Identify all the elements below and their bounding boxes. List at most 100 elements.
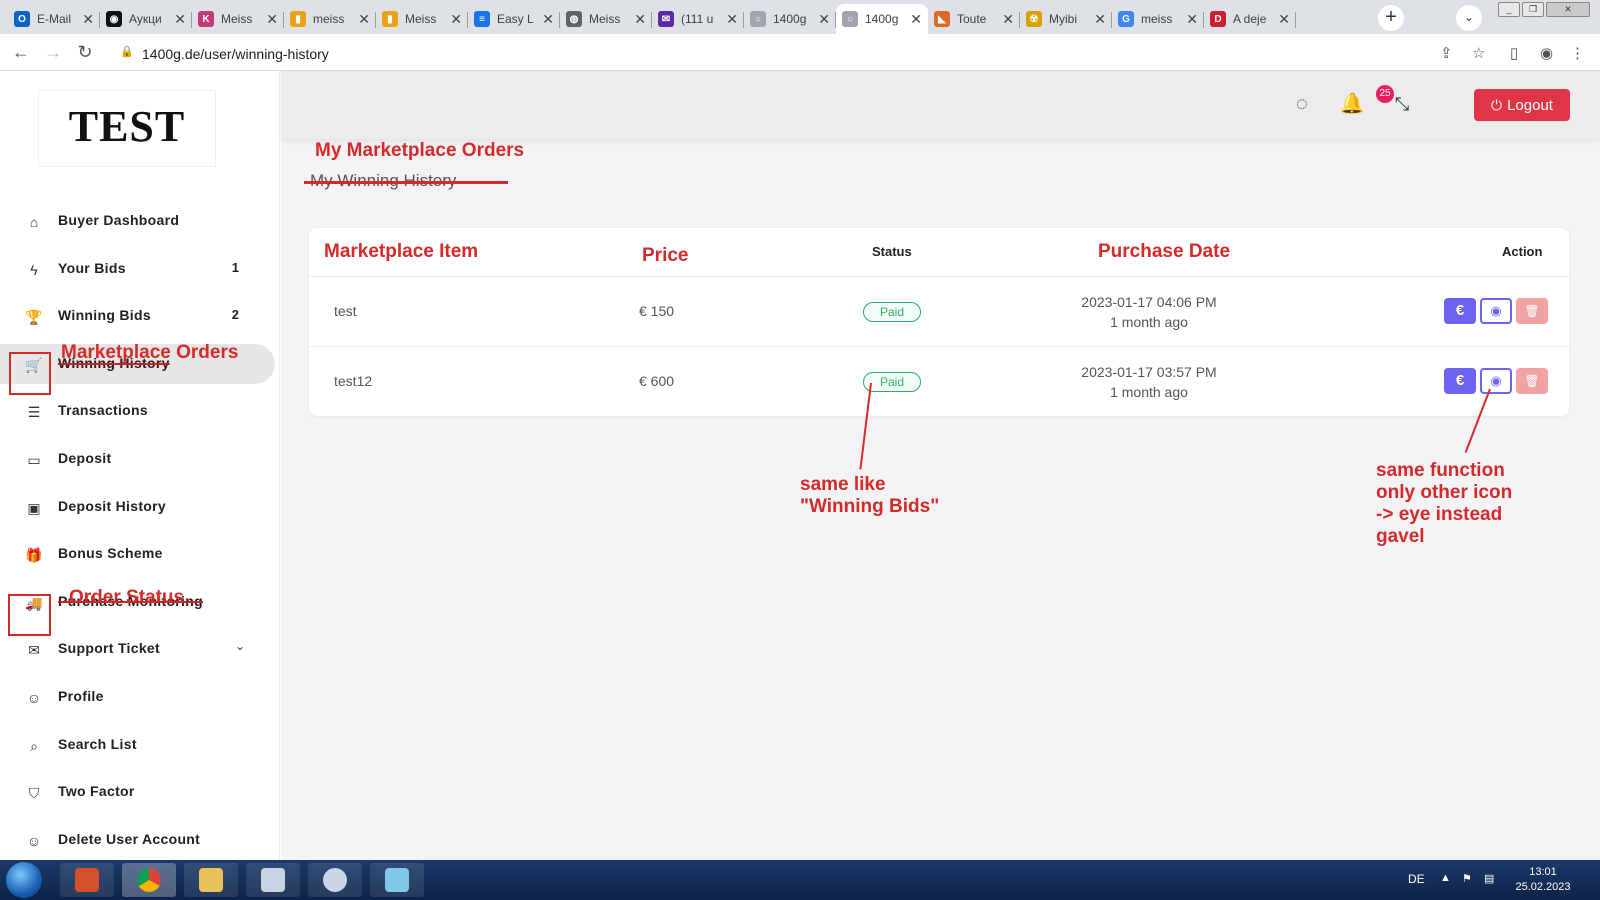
clock-time: 13:01: [1529, 866, 1557, 878]
browser-tab[interactable]: ○ 1400g ✕: [836, 4, 928, 34]
table-row: test € 150 Paid 2023-01-17 04:06 PM 1 month …: [309, 276, 1569, 346]
browser-tab[interactable]: K Meiss ✕: [192, 4, 284, 34]
network-icon[interactable]: ▤: [1484, 872, 1494, 885]
taskbar-app-chrome[interactable]: [122, 863, 176, 897]
tab-close-icon[interactable]: ✕: [1186, 11, 1198, 28]
browser-tab[interactable]: ▮ meiss ✕: [284, 4, 376, 34]
tab-close-icon[interactable]: ✕: [1278, 11, 1290, 28]
tab-close-icon[interactable]: ✕: [1094, 11, 1106, 28]
browser-tab[interactable]: O E-Mail ✕: [8, 4, 100, 34]
taskbar-app-paint[interactable]: [308, 863, 362, 897]
site-logo[interactable]: TEST: [39, 91, 215, 166]
action-center-flag-icon[interactable]: ⚑: [1462, 872, 1472, 885]
taskbar-app-calculator[interactable]: [246, 863, 300, 897]
reload-icon[interactable]: ↻: [74, 41, 96, 63]
sidebar-item-your-bids[interactable]: ϟ Your Bids 1: [0, 249, 275, 289]
sidebar-item-profile[interactable]: ☺ Profile: [0, 677, 275, 717]
collapse-fullscreen-icon[interactable]: ⤡: [1389, 91, 1415, 117]
browser-tab[interactable]: ✉ (111 u ✕: [652, 4, 744, 34]
browser-tab[interactable]: ◣ Toute ✕: [928, 4, 1020, 34]
sidebar-item-transactions[interactable]: ☰ Transactions: [0, 391, 275, 431]
lock-icon: 🔒: [120, 46, 134, 58]
tab-close-icon[interactable]: ✕: [726, 11, 738, 28]
delete-trash-button[interactable]: 🗑: [1516, 298, 1548, 324]
browser-tab[interactable]: ☢ Myibi ✕: [1020, 4, 1112, 34]
sidebar-item-delete-user-account[interactable]: ☺ Delete User Account: [0, 820, 275, 860]
view-eye-button[interactable]: ◉: [1480, 368, 1512, 394]
browser-tab[interactable]: ≡ Easy L ✕: [468, 4, 560, 34]
url-field[interactable]: 🔒 1400g.de/user/winning-history ⇪ ☆ ▯ ◉ …: [108, 39, 1596, 67]
back-icon[interactable]: ←: [10, 41, 32, 63]
delete-trash-button[interactable]: 🗑: [1516, 368, 1548, 394]
minimize-button[interactable]: _: [1498, 2, 1520, 17]
purchase-relative-time: 1 month ago: [1110, 314, 1188, 330]
sidebar-item-search-list[interactable]: ⌕ Search List: [0, 725, 275, 765]
language-indicator[interactable]: DE: [1408, 872, 1425, 886]
tab-title: Myibi: [1049, 12, 1078, 26]
col-header-status: Status: [872, 244, 912, 259]
tab-search-button[interactable]: ⌄: [1456, 5, 1482, 31]
profile-avatar-icon[interactable]: ◉: [1540, 44, 1553, 62]
annotation-status-line-1: same like: [800, 474, 886, 495]
tab-close-icon[interactable]: ✕: [358, 11, 370, 28]
taskbar-app-explorer[interactable]: [184, 863, 238, 897]
tab-close-icon[interactable]: ✕: [818, 11, 830, 28]
bell-icon[interactable]: 🔔: [1339, 91, 1365, 117]
taskbar-app-office[interactable]: [60, 863, 114, 897]
tray-clock[interactable]: 13:01 25.02.2023: [1508, 865, 1578, 895]
logout-button[interactable]: ⏻ Logout: [1474, 89, 1570, 121]
bolt-icon: ϟ: [30, 262, 38, 278]
list-icon: ☰: [27, 404, 41, 420]
browser-tab[interactable]: ◍ Meiss ✕: [560, 4, 652, 34]
sidebar-item-bonus-scheme[interactable]: 🎁 Bonus Scheme: [0, 534, 275, 574]
forward-icon[interactable]: →: [42, 41, 64, 63]
annotation-status-note: same like "Winning Bids": [800, 474, 939, 518]
share-icon[interactable]: ⇪: [1440, 44, 1453, 62]
sidebar-item-winning-bids[interactable]: 🏆 Winning Bids 2: [0, 296, 275, 336]
tab-close-icon[interactable]: ✕: [266, 11, 278, 28]
sidebar-item-label: Two Factor: [58, 783, 135, 799]
tab-close-icon[interactable]: ✕: [542, 11, 554, 28]
tab-close-icon[interactable]: ✕: [450, 11, 462, 28]
sidebar-item-two-factor[interactable]: ⛉ Two Factor: [0, 772, 275, 812]
pay-euro-button[interactable]: €: [1444, 368, 1476, 394]
sidebar-item-label: Deposit History: [58, 498, 166, 514]
sidebar-item-deposit-history[interactable]: ▣ Deposit History: [0, 487, 275, 527]
tab-title: E-Mail: [37, 12, 72, 26]
tab-close-icon[interactable]: ✕: [634, 11, 646, 28]
menu-kebab-icon[interactable]: ⋮: [1570, 44, 1585, 62]
taskbar-app-notes[interactable]: [370, 863, 424, 897]
maximize-button[interactable]: ❐: [1522, 2, 1544, 17]
tab-favicon-icon: ◣: [934, 11, 950, 27]
browser-tab[interactable]: D A deje ✕: [1204, 4, 1296, 34]
bookmark-star-icon[interactable]: ☆: [1472, 44, 1485, 62]
chevron-down-icon[interactable]: ⌄: [235, 639, 245, 653]
browser-tab[interactable]: ◉ Аукци ✕: [100, 4, 192, 34]
col-header-action: Action: [1502, 244, 1543, 259]
tab-close-icon[interactable]: ✕: [1002, 11, 1014, 28]
cell-item: test12: [334, 373, 373, 389]
sidebar-item-buyer-dashboard[interactable]: ⌂ Buyer Dashboard: [0, 201, 275, 241]
view-eye-button[interactable]: ◉: [1480, 298, 1512, 324]
tab-title: Meiss: [589, 12, 621, 26]
col-header-date: Purchase Date: [1098, 241, 1231, 262]
cell-date: 2023-01-17 03:57 PM 1 month ago: [1039, 362, 1259, 402]
cell-price: € 600: [639, 373, 675, 389]
tab-close-icon[interactable]: ✕: [82, 11, 94, 28]
pay-euro-button[interactable]: €: [1444, 298, 1476, 324]
tray-expand-icon[interactable]: ▲: [1440, 872, 1451, 884]
close-window-button[interactable]: ✕: [1546, 2, 1590, 17]
browser-tab[interactable]: Gmeiss ✕: [1112, 4, 1204, 34]
browser-tab[interactable]: ○ 1400g ✕: [744, 4, 836, 34]
tab-close-icon[interactable]: ✕: [174, 11, 186, 28]
tab-close-icon[interactable]: ✕: [910, 11, 922, 28]
new-tab-button[interactable]: +: [1378, 5, 1404, 31]
sidebar-item-deposit[interactable]: ▭ Deposit: [0, 439, 275, 479]
tab-favicon-icon: ▮: [382, 11, 398, 27]
start-button[interactable]: [6, 862, 42, 898]
chat-icon[interactable]: ◌: [1289, 91, 1315, 117]
tab-favicon-icon: ○: [842, 11, 858, 27]
browser-tab[interactable]: ▮ Meiss ✕: [376, 4, 468, 34]
sidebar-item-label: Transactions: [58, 402, 148, 418]
side-panel-icon[interactable]: ▯: [1510, 44, 1518, 62]
